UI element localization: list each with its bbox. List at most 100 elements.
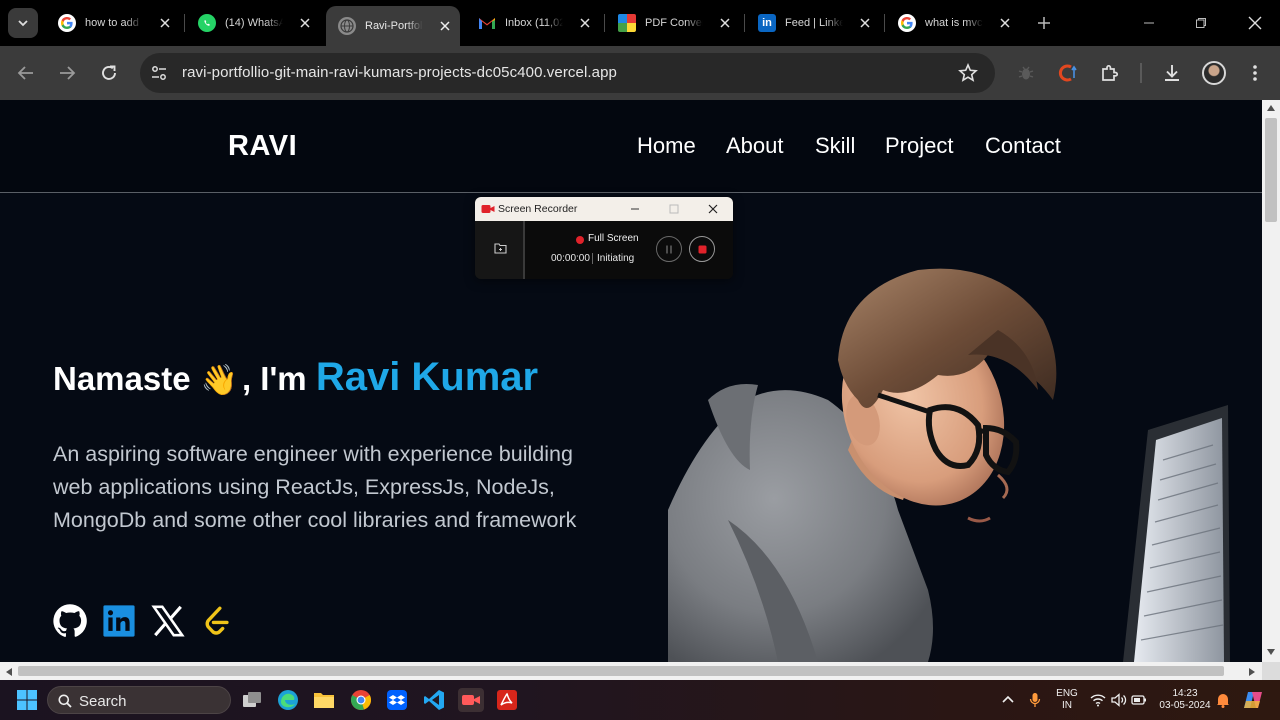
tab-how-to-add[interactable]: how to add bbox=[46, 8, 180, 38]
close-tab-icon[interactable] bbox=[858, 16, 872, 30]
edge-app[interactable] bbox=[276, 688, 300, 712]
close-tab-icon[interactable] bbox=[998, 16, 1012, 30]
vertical-scrollbar-thumb[interactable] bbox=[1265, 118, 1277, 222]
nav-project[interactable]: Project bbox=[885, 133, 953, 159]
tab-separator bbox=[884, 14, 885, 32]
pause-button[interactable] bbox=[656, 236, 682, 262]
linkedin-icon: in bbox=[758, 14, 776, 32]
hero-description: An aspiring software engineer with exper… bbox=[53, 442, 577, 532]
recorder-mode[interactable]: Full Screen bbox=[588, 233, 639, 244]
site-settings-icon[interactable] bbox=[150, 64, 168, 82]
downloads-button[interactable] bbox=[1159, 60, 1185, 86]
nav-contact[interactable]: Contact bbox=[985, 133, 1061, 159]
page-viewport: RAVI Home About Skill Project Contact Na… bbox=[0, 100, 1262, 662]
task-view-button[interactable] bbox=[240, 688, 264, 712]
minimize-icon[interactable] bbox=[630, 204, 640, 214]
language-indicator[interactable]: ENG IN bbox=[1052, 688, 1082, 712]
close-tab-icon[interactable] bbox=[298, 16, 312, 30]
wifi-icon[interactable] bbox=[1090, 693, 1106, 707]
x-twitter-link[interactable] bbox=[150, 603, 186, 639]
dropbox-icon bbox=[387, 690, 407, 710]
nav-about[interactable]: About bbox=[726, 133, 784, 159]
leetcode-link[interactable] bbox=[199, 603, 235, 639]
notification-bell-icon[interactable] bbox=[1216, 692, 1230, 708]
tab-title: what is mvc bbox=[925, 17, 983, 29]
horizontal-scrollbar[interactable] bbox=[0, 662, 1262, 680]
folder-icon[interactable] bbox=[494, 242, 507, 254]
tab-ravi-portfolio[interactable]: Ravi-Portfolio bbox=[326, 6, 460, 46]
extension-c-button[interactable] bbox=[1055, 60, 1081, 86]
close-tab-icon[interactable] bbox=[718, 16, 732, 30]
chrome-app[interactable] bbox=[349, 688, 373, 712]
dropbox-app[interactable] bbox=[385, 688, 409, 712]
site-logo[interactable]: RAVI bbox=[228, 130, 297, 163]
vscode-icon bbox=[424, 690, 444, 710]
screen: how to add (14) WhatsApp Ravi-Portfolio bbox=[0, 0, 1280, 720]
tab-separator bbox=[604, 14, 605, 32]
tab-linkedin-feed[interactable]: in Feed | Linked bbox=[746, 8, 880, 38]
linkedin-link[interactable] bbox=[101, 603, 137, 639]
minimize-window-button[interactable] bbox=[1138, 12, 1160, 34]
screen-recorder-app[interactable] bbox=[458, 688, 484, 712]
github-link[interactable] bbox=[52, 603, 88, 639]
tab-gmail-inbox[interactable]: Inbox (11,02 bbox=[466, 8, 600, 38]
adobe-acrobat-icon bbox=[497, 690, 517, 710]
scroll-right-arrow-icon[interactable] bbox=[1248, 667, 1256, 677]
volume-icon[interactable] bbox=[1111, 693, 1127, 707]
stop-button[interactable] bbox=[689, 236, 715, 262]
tab-search-button[interactable] bbox=[8, 8, 38, 38]
scroll-left-arrow-icon[interactable] bbox=[5, 667, 13, 677]
restore-window-button[interactable] bbox=[1190, 12, 1212, 34]
maximize-icon bbox=[669, 204, 679, 214]
close-window-button[interactable] bbox=[1244, 12, 1266, 34]
recorder-divider bbox=[592, 253, 593, 264]
reload-icon bbox=[102, 65, 116, 80]
forward-button[interactable] bbox=[54, 60, 80, 86]
copilot-icon[interactable] bbox=[1242, 689, 1264, 711]
edge-icon bbox=[278, 690, 298, 710]
waving-hand-icon: 👋 bbox=[200, 364, 238, 397]
search-icon bbox=[58, 694, 72, 708]
microphone-icon[interactable] bbox=[1029, 692, 1041, 708]
close-tab-icon[interactable] bbox=[158, 16, 172, 30]
profile-avatar[interactable] bbox=[1202, 61, 1226, 85]
nav-home[interactable]: Home bbox=[637, 133, 696, 159]
extensions-button[interactable] bbox=[1097, 60, 1123, 86]
extension-bug-button[interactable] bbox=[1013, 60, 1039, 86]
tab-pdf-converter[interactable]: PDF Convert bbox=[606, 8, 740, 38]
horizontal-scrollbar-thumb[interactable] bbox=[18, 666, 1224, 676]
recorder-titlebar[interactable]: Screen Recorder bbox=[475, 197, 733, 221]
start-button[interactable] bbox=[15, 688, 39, 712]
file-explorer-app[interactable] bbox=[312, 688, 336, 712]
browser-tab-strip: how to add (14) WhatsApp Ravi-Portfolio bbox=[0, 0, 1280, 46]
x-twitter-icon bbox=[151, 605, 185, 637]
close-tab-icon[interactable] bbox=[438, 19, 452, 33]
clock[interactable]: 14:23 03-05-2024 bbox=[1155, 688, 1215, 712]
tab-what-is-mvc[interactable]: what is mvc bbox=[886, 8, 1020, 38]
address-bar[interactable]: ravi-portfollio-git-main-ravi-kumars-pro… bbox=[140, 53, 995, 93]
tab-whatsapp[interactable]: (14) WhatsApp bbox=[186, 8, 320, 38]
bookmark-star-icon[interactable] bbox=[958, 63, 978, 83]
search-label: Search bbox=[79, 693, 127, 710]
close-tab-icon[interactable] bbox=[578, 16, 592, 30]
leetcode-icon bbox=[205, 606, 229, 635]
reload-button[interactable] bbox=[96, 60, 122, 86]
google-g-icon bbox=[898, 14, 916, 32]
vertical-scrollbar[interactable] bbox=[1262, 100, 1280, 662]
chevron-up-icon[interactable] bbox=[1002, 694, 1014, 704]
battery-icon[interactable] bbox=[1131, 694, 1147, 706]
vscode-app[interactable] bbox=[422, 688, 446, 712]
scroll-down-arrow-icon[interactable] bbox=[1266, 648, 1276, 656]
stop-icon bbox=[698, 245, 706, 253]
arrow-right-icon bbox=[60, 66, 76, 80]
acrobat-app[interactable] bbox=[495, 688, 519, 712]
back-button[interactable] bbox=[13, 60, 39, 86]
close-icon[interactable] bbox=[708, 204, 718, 214]
scroll-up-arrow-icon[interactable] bbox=[1266, 104, 1276, 112]
new-tab-button[interactable] bbox=[1033, 12, 1055, 34]
browser-menu-button[interactable] bbox=[1242, 60, 1268, 86]
nav-skill[interactable]: Skill bbox=[815, 133, 855, 159]
url-text: ravi-portfollio-git-main-ravi-kumars-pro… bbox=[182, 64, 617, 81]
taskbar-search[interactable]: Search bbox=[47, 686, 231, 714]
download-icon bbox=[1165, 65, 1179, 81]
